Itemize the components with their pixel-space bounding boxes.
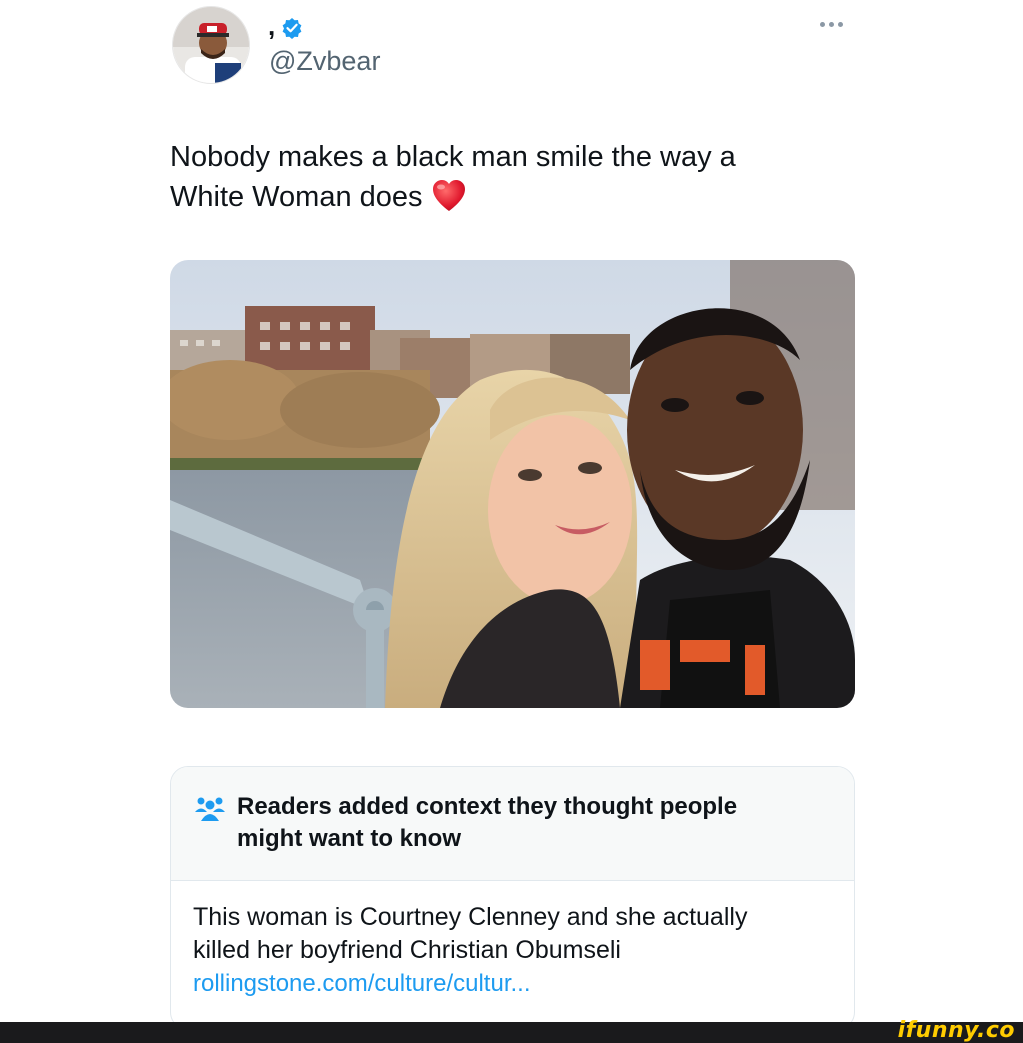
community-note-body-line-1: This woman is Courtney Clenney and she a… — [193, 903, 748, 931]
community-note-body: This woman is Courtney Clenney and she a… — [193, 901, 833, 1000]
avatar[interactable] — [172, 6, 250, 84]
display-name-row[interactable]: , — [268, 11, 303, 42]
tweet-text-line-2: White Woman does — [170, 177, 850, 217]
community-note[interactable]: Readers added context they thought peopl… — [170, 766, 855, 1030]
community-note-title-line-2: might want to know — [237, 825, 461, 852]
user-handle[interactable]: @Zvbear — [269, 46, 380, 77]
community-note-title: Readers added context they thought peopl… — [237, 791, 837, 855]
display-name[interactable]: , — [268, 11, 275, 42]
watermark-bar: ifunny.co — [0, 1018, 1023, 1043]
tweet-text-line-1: Nobody makes a black man smile the way a — [170, 141, 736, 173]
community-note-header: Readers added context they thought peopl… — [171, 767, 854, 881]
community-note-title-line-1: Readers added context they thought peopl… — [237, 793, 738, 820]
tweet-text-line-2-content: White Woman does — [170, 181, 423, 213]
tweet-text: Nobody makes a black man smile the way a… — [170, 137, 850, 217]
verified-badge-icon — [281, 15, 303, 39]
people-icon — [193, 795, 227, 823]
community-note-source-link[interactable]: rollingstone.com/culture/cultur... — [193, 967, 833, 1000]
red-heart-icon — [431, 178, 467, 214]
ifunny-watermark: ifunny.co — [897, 1018, 1015, 1043]
more-options-icon[interactable] — [820, 14, 854, 34]
community-note-body-line-2: killed her boyfriend Christian Obumseli — [193, 936, 621, 964]
tweet-photo[interactable] — [170, 260, 855, 708]
